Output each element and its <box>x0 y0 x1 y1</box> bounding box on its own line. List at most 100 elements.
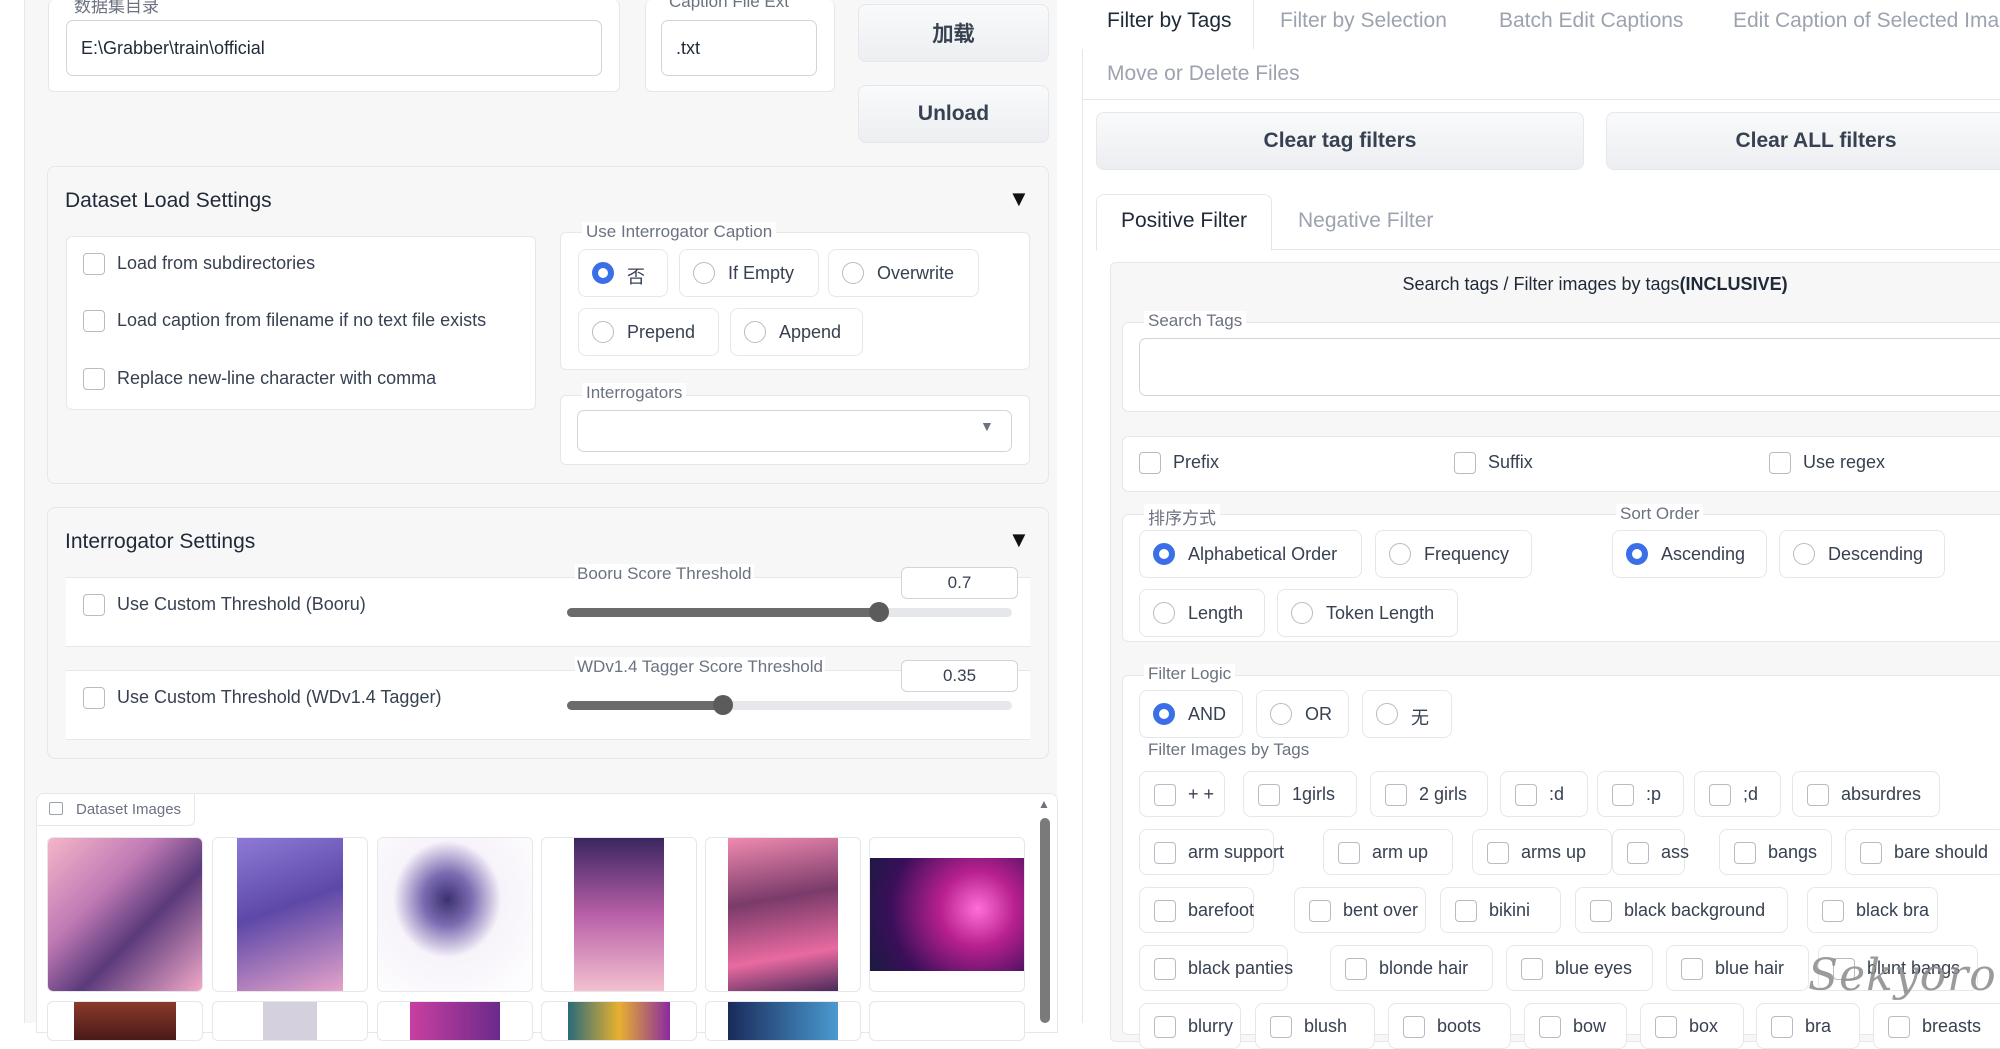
gallery-thumbnail[interactable] <box>47 1001 203 1041</box>
tag-checkbox[interactable] <box>1539 1016 1561 1038</box>
booru-slider[interactable] <box>567 602 1012 622</box>
tag-checkbox[interactable] <box>1154 842 1176 864</box>
tag-checkbox[interactable] <box>1612 784 1634 806</box>
caption-from-filename-checkbox[interactable] <box>83 310 105 332</box>
dataset-dir-input[interactable]: E:\Grabber\train\official <box>66 20 602 76</box>
tag-filter-item[interactable]: bare should <box>1845 829 2000 875</box>
slider-thumb[interactable] <box>713 695 733 715</box>
tag-checkbox[interactable] <box>1309 900 1331 922</box>
radio-order-ascending[interactable]: Ascending <box>1612 530 1767 578</box>
tag-checkbox[interactable] <box>1590 900 1612 922</box>
radio-sort-frequency[interactable]: Frequency <box>1375 530 1532 578</box>
tag-filter-item[interactable]: black background <box>1575 887 1788 933</box>
tag-filter-item[interactable]: arm support <box>1139 829 1284 875</box>
collapse-triangle-icon[interactable]: ▼ <box>1008 527 1030 553</box>
radio-logic-and[interactable]: AND <box>1139 690 1243 738</box>
radio-interrogator-append[interactable]: Append <box>730 308 863 356</box>
scroll-up-icon[interactable]: ▲ <box>1038 797 1050 811</box>
radio-sort-alphabetical[interactable]: Alphabetical Order <box>1139 530 1362 578</box>
radio-interrogator-prepend[interactable]: Prepend <box>578 308 719 356</box>
tag-checkbox[interactable] <box>1154 958 1176 980</box>
tag-filter-item[interactable]: blue hair <box>1666 945 1809 991</box>
tag-checkbox[interactable] <box>1258 784 1280 806</box>
interrogator-settings-title[interactable]: Interrogator Settings <box>65 530 255 554</box>
tag-checkbox[interactable] <box>1154 900 1176 922</box>
radio-logic-or[interactable]: OR <box>1256 690 1349 738</box>
tag-filter-item[interactable]: black panties <box>1139 945 1293 991</box>
prefix-checkbox[interactable] <box>1139 452 1161 474</box>
tag-filter-item[interactable]: bow <box>1524 1003 1627 1049</box>
tab-move-or-delete[interactable]: Move or Delete Files <box>1107 62 1300 86</box>
gallery-scrollbar[interactable] <box>1040 818 1050 1023</box>
radio-interrogator-no[interactable]: 否 <box>578 249 668 297</box>
tag-checkbox[interactable] <box>1681 958 1703 980</box>
tag-checkbox[interactable] <box>1154 784 1176 806</box>
gallery-thumbnail[interactable] <box>869 837 1025 992</box>
radio-sort-length[interactable]: Length <box>1139 589 1265 637</box>
tab-edit-caption-selected[interactable]: Edit Caption of Selected Ima <box>1733 9 1999 33</box>
replace-newline-checkbox[interactable] <box>83 368 105 390</box>
tag-filter-item[interactable]: blurry <box>1139 1003 1241 1049</box>
tag-checkbox[interactable] <box>1515 784 1537 806</box>
clear-all-filters-button[interactable]: Clear ALL filters <box>1606 112 2000 170</box>
clear-tag-filters-button[interactable]: Clear tag filters <box>1096 112 1584 170</box>
tag-filter-item[interactable]: blonde hair <box>1330 945 1493 991</box>
tag-checkbox[interactable] <box>1270 1016 1292 1038</box>
gallery-thumbnail[interactable] <box>705 837 861 992</box>
search-tags-input[interactable] <box>1139 338 2000 396</box>
interrogators-dropdown[interactable] <box>577 410 1012 452</box>
wd-threshold-value[interactable]: 0.35 <box>901 660 1018 692</box>
tag-checkbox[interactable] <box>1154 1016 1176 1038</box>
tag-checkbox[interactable] <box>1709 784 1731 806</box>
tag-filter-item[interactable]: bra <box>1756 1003 1860 1049</box>
tag-filter-item[interactable]: blush <box>1255 1003 1375 1049</box>
tag-checkbox[interactable] <box>1521 958 1543 980</box>
gallery-thumbnail[interactable] <box>212 837 368 992</box>
collapse-triangle-icon[interactable]: ▼ <box>1008 186 1030 212</box>
dataset-load-settings-title[interactable]: Dataset Load Settings <box>65 189 272 213</box>
gallery-thumbnail[interactable] <box>212 1001 368 1041</box>
tab-negative-filter[interactable]: Negative Filter <box>1298 209 1433 233</box>
tag-checkbox[interactable] <box>1888 1016 1910 1038</box>
tag-filter-item[interactable]: boots <box>1388 1003 1511 1049</box>
tag-checkbox[interactable] <box>1807 784 1829 806</box>
gallery-thumbnail[interactable] <box>377 1001 533 1041</box>
tag-filter-item[interactable]: bent over <box>1294 887 1426 933</box>
gallery-thumbnail[interactable] <box>869 1001 1025 1041</box>
tag-filter-item[interactable]: arm up <box>1323 829 1453 875</box>
tag-checkbox[interactable] <box>1487 842 1509 864</box>
tag-filter-item[interactable]: + + <box>1139 771 1225 817</box>
tag-checkbox[interactable] <box>1860 842 1882 864</box>
wd-slider[interactable] <box>567 695 1012 715</box>
tag-checkbox[interactable] <box>1822 900 1844 922</box>
tag-filter-item[interactable]: ass <box>1612 829 1689 875</box>
tag-checkbox[interactable] <box>1455 900 1477 922</box>
tag-filter-item[interactable]: arms up <box>1472 829 1612 875</box>
load-button[interactable]: 加载 <box>858 4 1049 62</box>
tag-checkbox[interactable] <box>1627 842 1649 864</box>
tag-filter-item[interactable]: black bra <box>1807 887 1938 933</box>
tag-filter-item[interactable]: absurdres <box>1792 771 1940 817</box>
tag-checkbox[interactable] <box>1734 842 1756 864</box>
radio-interrogator-if-empty[interactable]: If Empty <box>679 249 819 297</box>
gallery-thumbnail[interactable] <box>541 837 697 992</box>
booru-threshold-checkbox[interactable] <box>83 594 105 616</box>
tag-filter-item[interactable]: barefoot <box>1139 887 1254 933</box>
radio-interrogator-overwrite[interactable]: Overwrite <box>828 249 979 297</box>
unload-button[interactable]: Unload <box>858 85 1049 143</box>
tag-filter-item[interactable]: ;d <box>1694 771 1781 817</box>
tag-filter-item[interactable]: breasts <box>1873 1003 2000 1049</box>
gallery-thumbnail[interactable] <box>377 837 533 992</box>
tag-filter-item[interactable]: box <box>1640 1003 1744 1049</box>
gallery-thumbnail[interactable] <box>47 837 203 992</box>
tab-batch-edit-captions[interactable]: Batch Edit Captions <box>1499 9 1683 33</box>
gallery-thumbnail[interactable] <box>541 1001 697 1041</box>
tag-filter-item[interactable]: 1girls <box>1243 771 1357 817</box>
tag-checkbox[interactable] <box>1385 784 1407 806</box>
tag-filter-item[interactable]: bangs <box>1719 829 1832 875</box>
suffix-checkbox[interactable] <box>1454 452 1476 474</box>
slider-thumb[interactable] <box>869 602 889 622</box>
caption-ext-input[interactable]: .txt <box>661 20 817 76</box>
use-regex-checkbox[interactable] <box>1769 452 1791 474</box>
radio-sort-token-length[interactable]: Token Length <box>1277 589 1458 637</box>
